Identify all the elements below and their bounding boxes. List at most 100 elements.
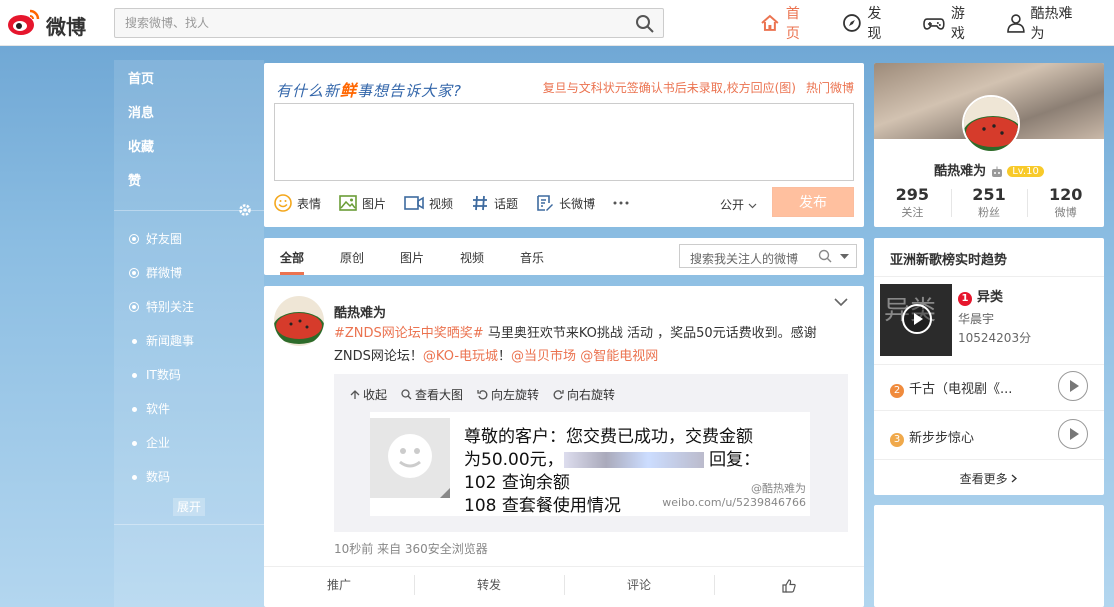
left-nav-friends-circle[interactable]: 好友圈 (114, 226, 264, 260)
collapse-button[interactable]: 收起 (350, 386, 387, 403)
chart-item-2[interactable]: 2 千古（电视剧《... (890, 378, 1012, 398)
left-nav-home[interactable]: 首页 (114, 66, 264, 100)
caret-down-icon[interactable] (840, 254, 849, 260)
media-toolbar: 收起 查看大图 向左旋转 向右旋转 (350, 386, 629, 403)
left-nav-main: 首页 消息 收藏 赞 (114, 60, 264, 202)
tab-original[interactable]: 原创 (340, 249, 364, 266)
mention-link[interactable]: @智能电视网 (580, 349, 658, 364)
sidebar-card-placeholder (874, 505, 1104, 607)
mention-link[interactable]: @当贝市场 (511, 349, 576, 364)
left-nav: 首页 消息 收藏 赞 好友圈 群微博 特别关注 新闻趣事 IT数码 软件 企业 … (114, 60, 264, 607)
image-line: 尊敬的客户：您交费已成功，交费金额 (464, 427, 753, 447)
album-cover[interactable]: 异类 (880, 284, 952, 356)
hot-weibo-link[interactable]: 热门微博 (806, 81, 854, 95)
weibo-logo[interactable]: 微博 (6, 7, 90, 39)
left-nav-group-label: 好友圈 (146, 232, 183, 246)
level-badge[interactable]: Lv.10 (1007, 166, 1044, 177)
promote-button[interactable]: 推广 (264, 567, 414, 602)
music-chart-card: 亚洲新歌榜实时趋势 异类 1 异类 华晨宇 10524203分 2 千古（电视剧《.… (874, 238, 1104, 495)
robot-badge-icon (991, 166, 1002, 177)
nav-discover[interactable]: 发现 (842, 3, 896, 43)
hashtag-link[interactable]: #ZNDS网论坛中奖晒奖# (334, 326, 484, 341)
search-icon[interactable] (818, 249, 832, 263)
left-nav-enterprise[interactable]: 企业 (114, 430, 264, 464)
rotate-right-button[interactable]: 向右旋转 (553, 386, 615, 403)
left-nav-digital[interactable]: 数码 (114, 464, 264, 498)
topic-button[interactable]: 话题 (471, 194, 518, 212)
left-nav-group-label: 群微博 (146, 266, 183, 280)
watermelon-avatar-image (964, 97, 1018, 151)
global-search[interactable] (114, 8, 664, 38)
expand-button[interactable]: 展开 (173, 498, 205, 516)
repost-button[interactable]: 转发 (414, 567, 564, 602)
tab-music[interactable]: 音乐 (520, 249, 544, 266)
following-label: 关注 (901, 206, 924, 219)
circle-icon (128, 226, 140, 252)
redacted-number (563, 452, 704, 468)
post-image[interactable]: 尊敬的客户：您交费已成功，交费金额 为50.00元， 回复： 102 查询余额 … (370, 412, 810, 516)
followers-stat[interactable]: 251 粉丝 (950, 185, 1028, 220)
hashtag-icon (473, 195, 488, 211)
see-more-link[interactable]: 查看更多 (874, 470, 1104, 487)
tab-all[interactable]: 全部 (280, 249, 304, 266)
hot-topic: 复旦与文科状元签确认书后未录取,校方回应(图) 热门微博 (543, 79, 854, 96)
thumbs-up-icon (782, 578, 796, 593)
collapse-label: 收起 (363, 388, 388, 402)
top-bar: 微博 首页 发现 (0, 0, 1114, 46)
play-button[interactable] (1058, 419, 1088, 449)
left-nav-group-label: 新闻趣事 (146, 334, 195, 348)
more-tools-button[interactable] (613, 200, 634, 206)
active-tab-indicator (280, 272, 304, 275)
left-nav-news[interactable]: 新闻趣事 (114, 328, 264, 362)
chevron-right-icon (1011, 474, 1018, 483)
post-textarea[interactable] (274, 103, 854, 181)
send-button[interactable]: 发布 (772, 187, 854, 217)
weibo-stat[interactable]: 120 微博 (1027, 185, 1104, 220)
profile-avatar[interactable] (962, 95, 1020, 153)
chart-item-3[interactable]: 3 新步步惊心 (890, 427, 974, 447)
search-icon[interactable] (635, 14, 655, 34)
arrow-up-icon (350, 389, 360, 399)
view-large-button[interactable]: 查看大图 (401, 386, 463, 403)
comment-button[interactable]: 评论 (564, 567, 714, 602)
followers-label: 粉丝 (978, 206, 1000, 219)
tab-images[interactable]: 图片 (400, 249, 424, 266)
left-nav-it[interactable]: IT数码 (114, 362, 264, 396)
left-nav-software[interactable]: 软件 (114, 396, 264, 430)
mention-link[interactable]: @KO-电玩城 (423, 349, 498, 364)
hot-topic-link[interactable]: 复旦与文科状元签确认书后未录取,校方回应(图) (543, 81, 796, 95)
chevron-down-icon[interactable] (834, 298, 848, 307)
left-nav-messages[interactable]: 消息 (114, 100, 264, 134)
like-button[interactable] (714, 567, 864, 602)
top-nav: 首页 发现 游戏 酷热难为 (760, 0, 1114, 46)
media-expanded: 收起 查看大图 向左旋转 向右旋转 尊敬的客户：您交费已成功，交费金额 为50.… (334, 374, 848, 532)
nav-user[interactable]: 酷热难为 (1006, 3, 1086, 43)
play-button[interactable] (1058, 371, 1088, 401)
chart-item-1[interactable]: 1 异类 华晨宇 10524203分 (958, 286, 1031, 346)
left-nav-likes[interactable]: 赞 (114, 168, 264, 202)
play-button[interactable] (902, 304, 932, 334)
long-weibo-button[interactable]: 长微博 (536, 194, 595, 212)
video-button[interactable]: 视频 (404, 195, 453, 212)
dot-icon (128, 464, 140, 490)
feed-username[interactable]: 酷热难为 (334, 302, 386, 321)
visibility-select[interactable]: 公开 (720, 196, 757, 213)
profile-name[interactable]: 酷热难为 (934, 164, 986, 179)
nav-games[interactable]: 游戏 (923, 3, 979, 43)
long-weibo-label: 长微博 (559, 196, 596, 211)
feed-search[interactable]: 搜索我关注人的微博 (679, 244, 857, 268)
left-nav-group-label: IT数码 (146, 368, 181, 382)
search-input[interactable] (115, 9, 615, 37)
tab-video[interactable]: 视频 (460, 249, 484, 266)
image-line-2: 为50.00元， 回复： (464, 449, 806, 472)
avatar[interactable] (274, 296, 324, 346)
emoji-button[interactable]: 表情 (274, 194, 321, 212)
nav-home[interactable]: 首页 (760, 3, 814, 43)
nav-home-label: 首页 (785, 6, 800, 42)
following-stat[interactable]: 295 关注 (874, 185, 951, 220)
rotate-left-button[interactable]: 向左旋转 (477, 386, 539, 403)
left-nav-special-follow[interactable]: 特别关注 (114, 294, 264, 328)
left-nav-group-weibo[interactable]: 群微博 (114, 260, 264, 294)
image-button[interactable]: 图片 (339, 195, 386, 212)
left-nav-favorites[interactable]: 收藏 (114, 134, 264, 168)
